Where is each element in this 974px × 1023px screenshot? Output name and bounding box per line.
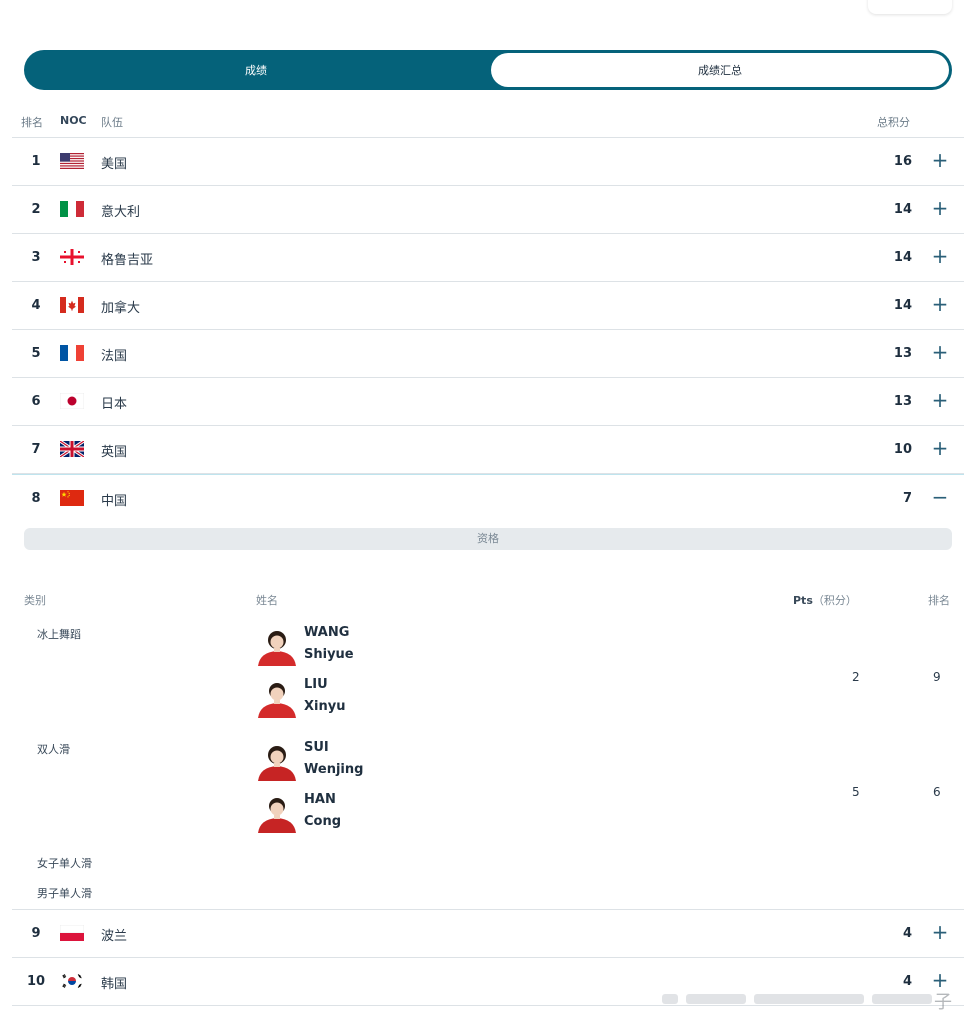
athlete-name: HAN Cong <box>304 792 342 829</box>
table-row[interactable]: 4 加拿大 14 + <box>12 282 964 330</box>
table-row[interactable]: 2 意大利 14 + <box>12 186 964 234</box>
row-team-name: 中国 <box>101 494 128 509</box>
watermark: 子 <box>662 986 962 1013</box>
category-label: 女子单人滑 <box>37 857 92 870</box>
row-rank: 5 <box>31 346 41 361</box>
france-flag <box>60 345 84 361</box>
row-rank: 3 <box>31 250 41 265</box>
category-label: 男子单人滑 <box>37 887 92 900</box>
athlete-name: SUI Wenjing <box>304 740 364 777</box>
italy-flag <box>60 201 84 217</box>
row-rank: 8 <box>31 491 41 506</box>
row-rank: 10 <box>26 974 46 989</box>
row-team-name: 韩国 <box>101 977 128 992</box>
athlete-name: WANG Shiyue <box>304 625 354 662</box>
detail-header-name: 姓名 <box>256 594 278 607</box>
category-rank: 6 <box>933 785 941 799</box>
table-header: 排名 NOC 队伍 总积分 <box>12 108 964 138</box>
expand-icon[interactable]: + <box>930 389 950 411</box>
expand-icon[interactable]: + <box>930 245 950 267</box>
qualification-bar: 资格 <box>24 528 952 550</box>
row-total-score: 13 <box>893 346 912 361</box>
row-total-score: 14 <box>893 250 912 265</box>
expand-icon[interactable]: + <box>930 341 950 363</box>
table-row[interactable]: 9 波兰 4 + <box>12 910 964 958</box>
top-menu-chip[interactable] <box>868 0 952 14</box>
category-points: 2 <box>852 670 860 684</box>
category-rank: 9 <box>933 670 941 684</box>
japan-flag <box>60 393 84 409</box>
athlete-avatar <box>256 791 298 833</box>
row-total-score: 13 <box>893 394 912 409</box>
header-total: 总积分 <box>877 116 910 129</box>
row-team-name: 格鲁吉亚 <box>101 253 154 268</box>
tab-results-summary[interactable]: 成绩汇总 <box>491 53 949 87</box>
korea-flag <box>60 973 84 989</box>
row-rank: 2 <box>31 202 41 217</box>
row-rank: 4 <box>31 298 41 313</box>
table-row[interactable]: 7 英国 10 + <box>12 426 964 474</box>
watermark-text: 子 <box>934 992 952 1013</box>
row-team-name: 法国 <box>101 349 128 364</box>
expand-icon[interactable]: + <box>930 293 950 315</box>
expand-icon[interactable]: + <box>930 197 950 219</box>
usa-flag <box>60 153 84 169</box>
table-row-expanded[interactable]: 8 中国 7 − <box>12 474 964 522</box>
row-team-name: 美国 <box>101 157 128 172</box>
table-row[interactable]: 5 法国 13 + <box>12 330 964 378</box>
expand-icon[interactable]: + <box>930 149 950 171</box>
detail-header-rank: 排名 <box>928 594 950 607</box>
category-label: 双人滑 <box>37 743 70 756</box>
header-noc: NOC <box>60 114 87 127</box>
row-team-name: 英国 <box>101 445 128 460</box>
table-row[interactable]: 6 日本 13 + <box>12 378 964 426</box>
results-tabs: 成绩 成绩汇总 <box>24 50 952 90</box>
table-row[interactable]: 1 美国 16 + <box>12 138 964 186</box>
row-team-name: 加拿大 <box>101 301 141 316</box>
detail-header-pts: Pts（积分） <box>793 594 857 607</box>
row-rank: 1 <box>31 154 41 169</box>
standings-table: 1 美国 16 + 2 意大利 14 + 3 格鲁吉亚 14 + 4 加拿大 1… <box>12 138 964 1006</box>
row-total-score: 14 <box>893 298 912 313</box>
canada-flag <box>60 297 84 313</box>
row-team-name: 意大利 <box>101 205 141 220</box>
row-rank: 6 <box>31 394 41 409</box>
expand-icon[interactable]: + <box>930 921 950 943</box>
header-team: 队伍 <box>101 116 123 129</box>
row-rank: 9 <box>31 926 41 941</box>
poland-flag <box>60 925 84 941</box>
china-flag <box>60 490 84 506</box>
uk-flag <box>60 441 84 457</box>
georgia-flag <box>60 249 84 265</box>
row-total-score: 4 <box>902 926 912 941</box>
row-total-score: 10 <box>893 442 912 457</box>
athlete-avatar <box>256 676 298 718</box>
row-rank: 7 <box>31 442 41 457</box>
row-total-score: 7 <box>902 491 912 506</box>
collapse-icon[interactable]: − <box>930 486 950 508</box>
team-detail-panel: 资格 类别 姓名 Pts（积分） 排名 冰上舞蹈 WANG Shiyue LIU X… <box>12 522 964 910</box>
category-label: 冰上舞蹈 <box>37 628 81 641</box>
row-team-name: 日本 <box>101 397 128 412</box>
athlete-name: LIU Xinyu <box>304 677 346 714</box>
table-row[interactable]: 3 格鲁吉亚 14 + <box>12 234 964 282</box>
tab-results[interactable]: 成绩 <box>27 53 485 87</box>
expand-icon[interactable]: + <box>930 437 950 459</box>
row-total-score: 14 <box>893 202 912 217</box>
detail-header-category: 类别 <box>24 594 46 607</box>
athlete-avatar <box>256 624 298 666</box>
athlete-avatar <box>256 739 298 781</box>
row-team-name: 波兰 <box>101 929 128 944</box>
category-points: 5 <box>852 785 860 799</box>
row-total-score: 16 <box>893 154 912 169</box>
header-rank: 排名 <box>21 116 43 129</box>
